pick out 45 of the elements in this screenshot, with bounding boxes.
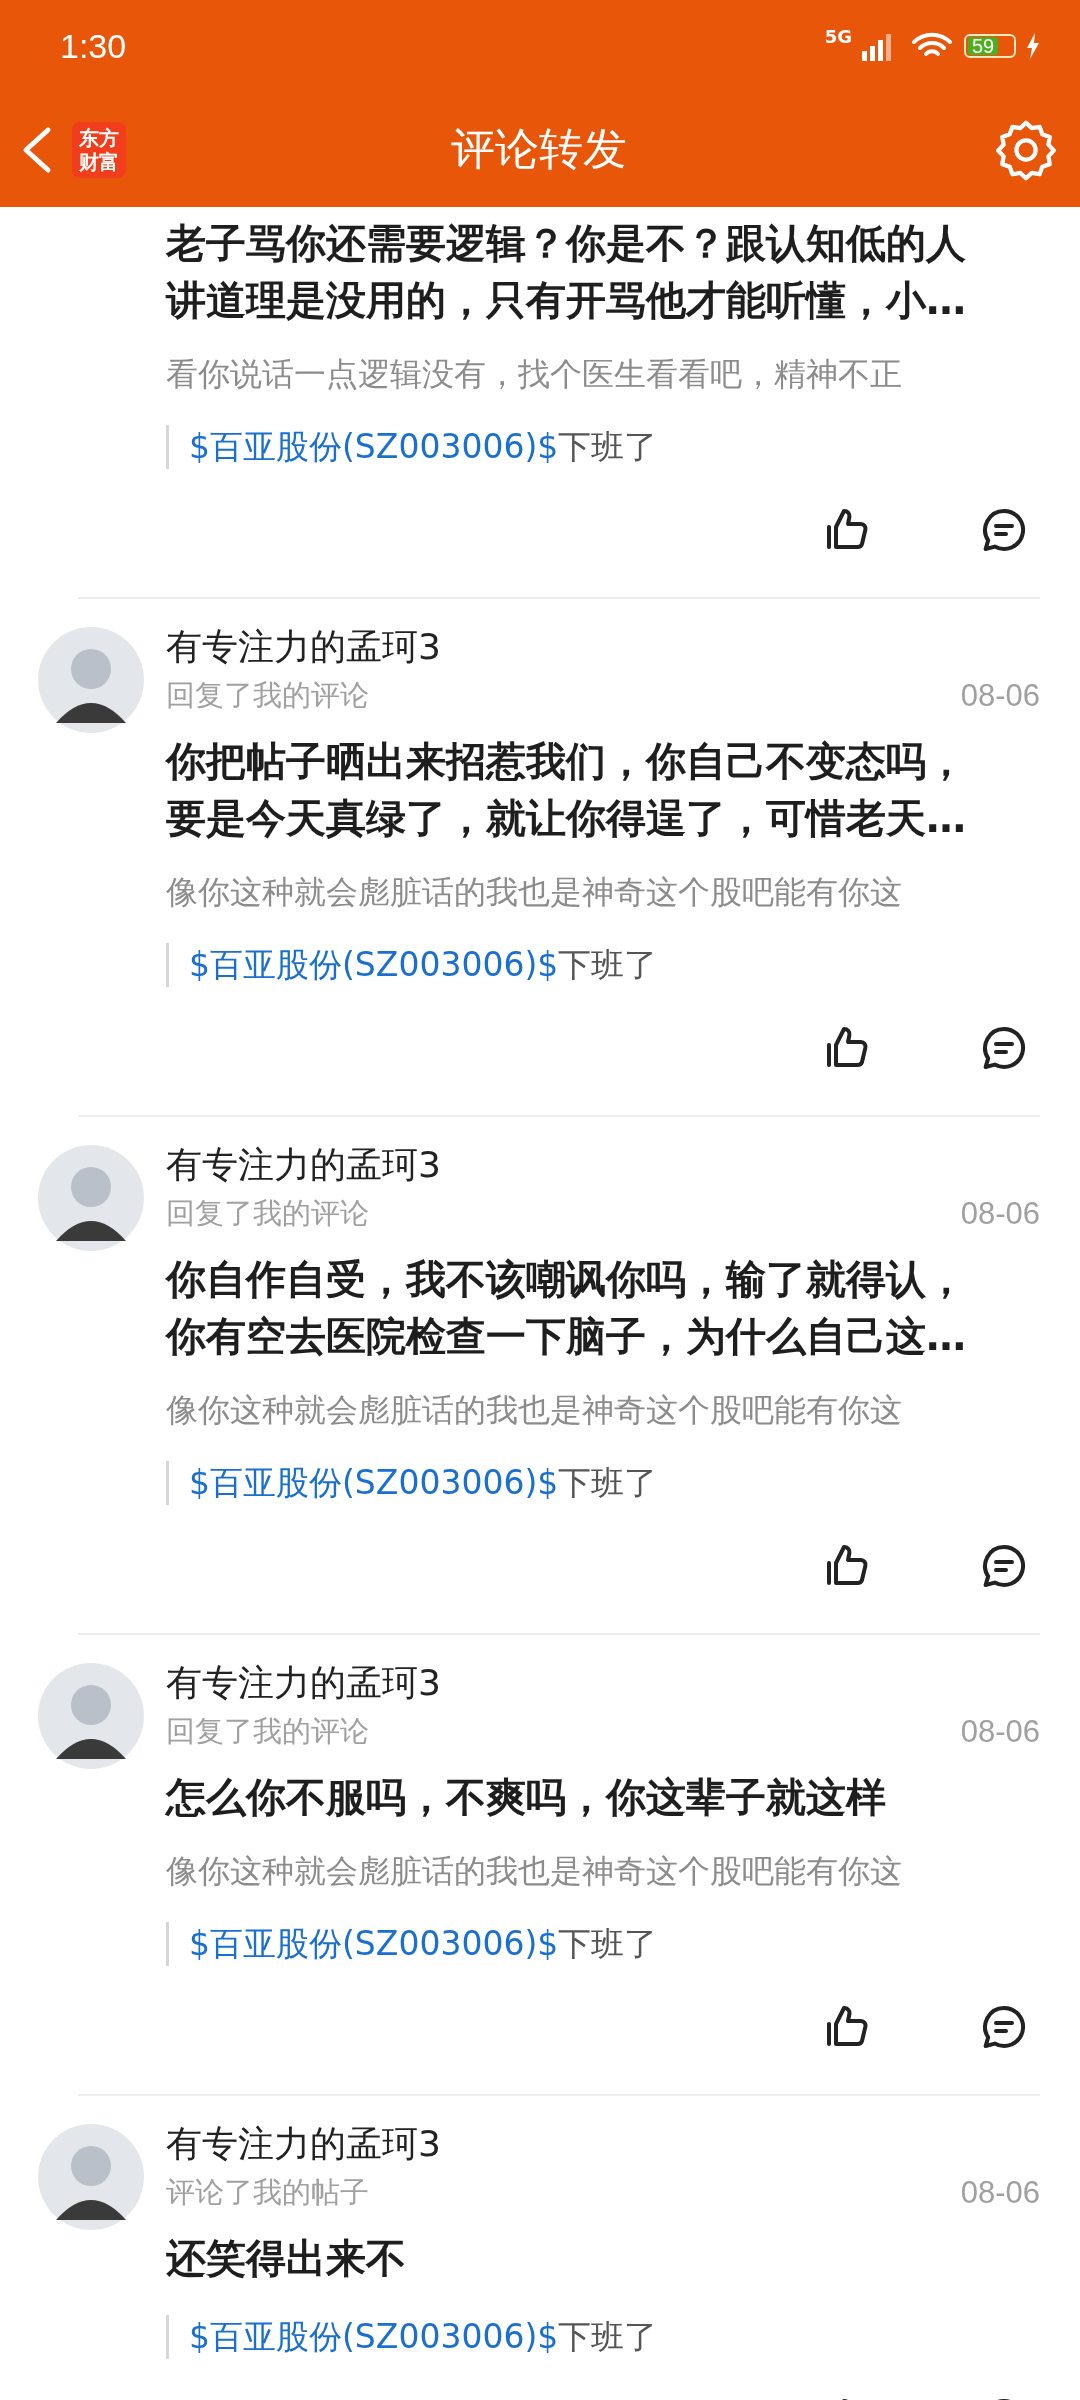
page-title: 评论转发 — [451, 122, 627, 176]
stock-link[interactable]: $百亚股份(SZ003006)$ — [189, 425, 559, 469]
comment-icon[interactable] — [980, 506, 1028, 554]
activity-label: 回复了我的评论 — [166, 1195, 369, 1232]
avatar[interactable] — [38, 627, 144, 733]
comment-date: 08-06 — [960, 1714, 1040, 1750]
comment-text: 你把帖子晒出来招惹我们，你自己不变态吗，要是今天真绿了，就让你得逞了，可惜老天… — [166, 737, 967, 843]
comment-date: 08-06 — [960, 2175, 1040, 2211]
app-logo: 东方 财富 — [72, 121, 126, 178]
comment-text: 你自作自受，我不该嘲讽你吗，输了就得认，你有空去医院检查一下脑子，为什么自己这… — [166, 1255, 967, 1361]
post-title: 下班了 — [558, 1462, 658, 1504]
quoted-comment: 像你这种就会彪脏话的我也是神奇这个股吧能有你这 — [166, 1390, 902, 1431]
activity-label: 回复了我的评论 — [166, 677, 369, 714]
activity-label: 评论了我的帖子 — [166, 2174, 369, 2211]
post-title: 下班了 — [558, 1923, 658, 1965]
avatar[interactable] — [38, 2124, 144, 2230]
user-name[interactable]: 有专注力的孟珂3 — [166, 1139, 441, 1191]
user-name[interactable]: 有专注力的孟珂3 — [166, 2118, 441, 2170]
comment-text: 还笑得出来不 — [166, 2234, 407, 2283]
comment-icon[interactable] — [980, 1542, 1028, 1590]
post-title: 下班了 — [558, 944, 658, 986]
user-name[interactable]: 有专注力的孟珂3 — [166, 1657, 441, 1709]
quoted-comment: 看你说话一点逻辑没有，找个医生看看吧，精神不正 — [166, 354, 902, 395]
charging-icon — [1026, 33, 1040, 59]
stock-link[interactable]: $百亚股份(SZ003006)$ — [189, 943, 559, 987]
stock-link[interactable]: $百亚股份(SZ003006)$ — [189, 2315, 559, 2359]
post-title: 下班了 — [558, 426, 658, 468]
avatar[interactable] — [38, 1145, 144, 1251]
comment-icon[interactable] — [980, 1024, 1028, 1072]
comment-text: 老子骂你还需要逻辑？你是不？跟认知低的人讲道理是没用的，只有开骂他才能听懂，小… — [166, 219, 967, 325]
stock-link[interactable]: $百亚股份(SZ003006)$ — [189, 1461, 559, 1505]
comment-text: 怎么你不服吗，不爽吗，你这辈子就这样 — [166, 1773, 887, 1822]
status-time: 1:30 — [60, 26, 127, 66]
user-name[interactable]: 有专注力的孟珂3 — [166, 621, 441, 673]
post-title: 下班了 — [558, 2316, 658, 2358]
comment-date: 08-06 — [960, 678, 1040, 714]
quoted-comment: 像你这种就会彪脏话的我也是神奇这个股吧能有你这 — [166, 872, 902, 913]
avatar[interactable] — [38, 1663, 144, 1769]
stock-link[interactable]: $百亚股份(SZ003006)$ — [189, 1922, 559, 1966]
comment-date: 08-06 — [960, 1196, 1040, 1232]
comment-icon[interactable] — [980, 2003, 1028, 2051]
network-type: 5G — [824, 26, 852, 47]
quoted-comment: 像你这种就会彪脏话的我也是神奇这个股吧能有你这 — [166, 1851, 902, 1892]
battery-icon: 59 — [964, 34, 1016, 58]
activity-label: 回复了我的评论 — [166, 1713, 369, 1750]
